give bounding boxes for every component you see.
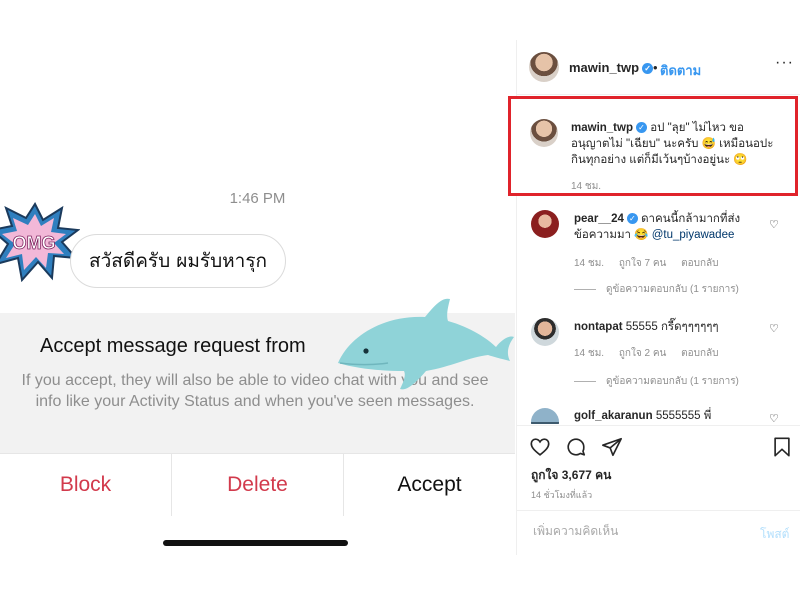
comment-time: 14 ชม.: [574, 258, 605, 269]
post-header: mawin_twp ✓ • ติดตาม ···: [517, 40, 800, 95]
message-text: สวัสดีครับ ผมรับหารุก: [89, 250, 268, 272]
comment-item: golf_akaranun 5555555 พี่ ♡: [517, 404, 800, 424]
divider: [574, 288, 596, 290]
avatar[interactable]: [531, 210, 559, 238]
share-icon[interactable]: [601, 436, 623, 458]
like-count[interactable]: ถูกใจ 3,677 คน: [531, 466, 611, 485]
caption-text: mawin_twp ✓ อป "ลุย" ไม่ไหว ขออนุญาตไม่ "…: [571, 120, 781, 168]
message-bubble[interactable]: สวัสดีครับ ผมรับหารุก: [70, 234, 287, 288]
accept-button[interactable]: Accept: [344, 454, 515, 516]
avatar[interactable]: [530, 119, 558, 147]
comment-time: 14 ชม.: [574, 348, 605, 359]
follow-button[interactable]: ติดตาม: [660, 60, 701, 81]
post-age: 14 ชั่วโมงที่แล้ว: [531, 490, 593, 500]
heart-icon[interactable]: ♡: [769, 322, 779, 335]
reply-button[interactable]: ตอบกลับ: [681, 348, 718, 359]
view-replies-button[interactable]: ดูข้อความตอบกลับ (1 รายการ): [574, 374, 739, 389]
caption-time: 14 ชม.: [571, 181, 602, 192]
comment-username[interactable]: nontapat: [574, 321, 623, 333]
delete-button[interactable]: Delete: [172, 454, 344, 516]
separator-dot: •: [653, 60, 658, 75]
post-comment-button[interactable]: โพสต์: [760, 525, 789, 544]
verified-icon: ✓: [642, 63, 654, 75]
dm-request-screen: 1:46 PM OMG สวัสดีครับ ผมรับหารุก Accept…: [0, 40, 515, 555]
omg-sticker-icon: OMG: [0, 202, 80, 282]
post-actions: [517, 425, 800, 466]
comment-input-bar: โพสต์: [517, 510, 800, 556]
avatar[interactable]: [531, 408, 559, 424]
reply-button[interactable]: ตอบกลับ: [681, 258, 718, 269]
avatar[interactable]: [529, 52, 559, 82]
comment-likes[interactable]: ถูกใจ 2 คน: [619, 348, 667, 359]
heart-icon[interactable]: [529, 436, 551, 458]
verified-icon: ✓: [635, 122, 647, 134]
comment-username[interactable]: pear__24: [574, 213, 624, 225]
comment-icon[interactable]: [565, 436, 587, 458]
divider: [574, 380, 596, 382]
comment-text: pear__24 ✓ ดาคนนี้กล้ามากที่ส่งข้อความมา …: [574, 211, 764, 243]
comment-text: nontapat 55555 กรี๊ดๆๆๆๆๆๆ: [574, 319, 764, 335]
dolphin-icon: [338, 298, 514, 390]
post-author-name: mawin_twp: [569, 60, 640, 75]
comment-meta: 14 ชม. ถูกใจ 7 คน ตอบกลับ: [574, 256, 731, 271]
comment-input[interactable]: [531, 523, 735, 539]
request-title: Accept message request from: [40, 335, 306, 357]
caption-highlight: mawin_twp ✓ อป "ลุย" ไม่ไหว ขออนุญาตไม่ "…: [508, 96, 798, 196]
verified-icon: ✓: [626, 213, 638, 225]
bookmark-icon[interactable]: [771, 436, 793, 458]
view-replies-label: ดูข้อความตอบกลับ (1 รายการ): [606, 284, 739, 295]
more-icon[interactable]: ···: [775, 54, 794, 72]
mention-link[interactable]: @tu_piyawadee: [652, 229, 735, 241]
view-replies-label: ดูข้อความตอบกลับ (1 รายการ): [606, 376, 739, 387]
view-replies-button[interactable]: ดูข้อความตอบกลับ (1 รายการ): [574, 282, 739, 297]
comment-meta: 14 ชม. ถูกใจ 2 คน ตอบกลับ: [574, 346, 731, 361]
comment-body: 55555 กรี๊ดๆๆๆๆๆๆ: [625, 321, 719, 333]
comment-text: golf_akaranun 5555555 พี่: [574, 408, 764, 424]
heart-icon[interactable]: ♡: [769, 412, 779, 424]
comment-body: 5555555 พี่: [655, 410, 712, 422]
omg-sticker-text: OMG: [13, 233, 56, 253]
home-indicator[interactable]: [163, 540, 348, 546]
request-action-bar: Block Delete Accept: [0, 453, 515, 516]
caption-username[interactable]: mawin_twp: [571, 122, 633, 134]
post-sidebar: mawin_twp ✓ • ติดตาม ··· mawin_twp ✓ อป "ล…: [508, 40, 800, 556]
block-button[interactable]: Block: [0, 454, 172, 516]
comment-likes[interactable]: ถูกใจ 7 คน: [619, 258, 667, 269]
comment-username[interactable]: golf_akaranun: [574, 410, 653, 422]
post-author[interactable]: mawin_twp ✓: [569, 60, 654, 75]
avatar[interactable]: [531, 318, 559, 346]
heart-icon[interactable]: ♡: [769, 218, 779, 231]
